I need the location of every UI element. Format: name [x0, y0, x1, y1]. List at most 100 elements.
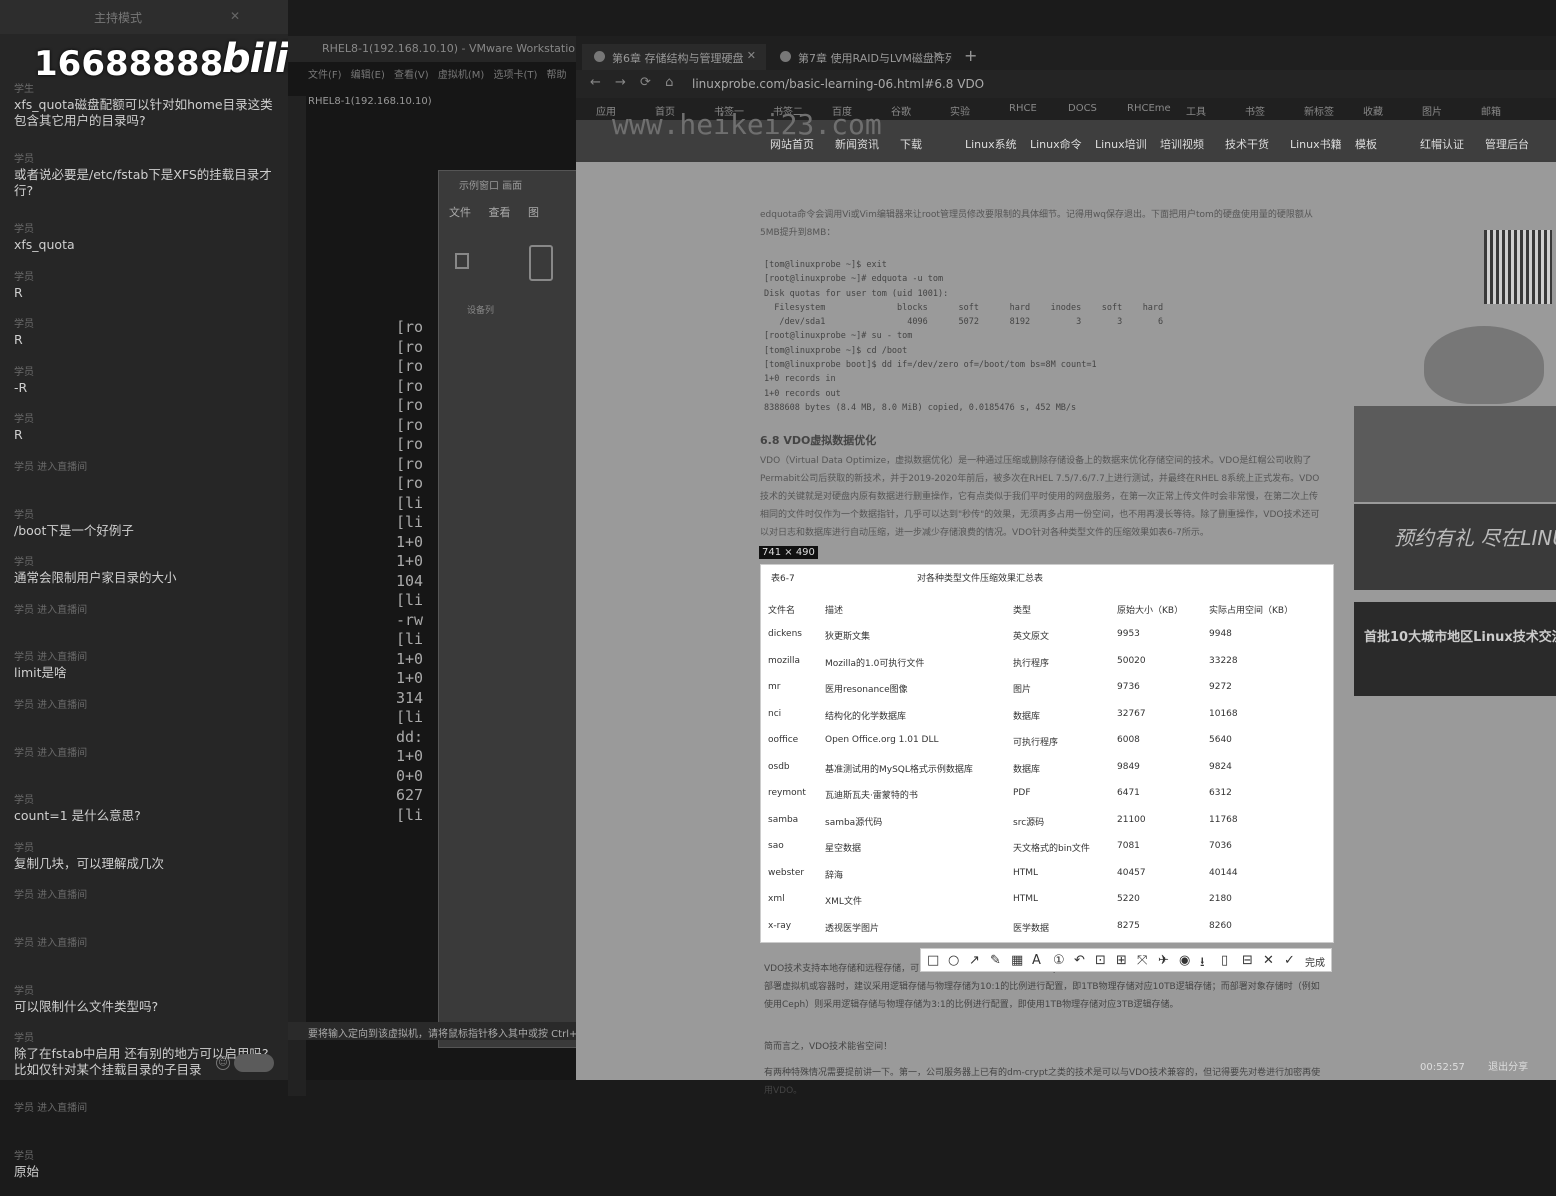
site-nav-item[interactable]: 模板: [1355, 136, 1377, 152]
site-nav-item[interactable]: 网站首页: [770, 136, 814, 152]
vmware-menu[interactable]: 文件(F) 编辑(E) 查看(V) 虚拟机(M) 选项卡(T) 帮助: [308, 62, 576, 84]
save-icon[interactable]: ⊟: [1242, 953, 1253, 968]
chat-message: 学员 进入直播间: [14, 1101, 276, 1149]
bookmark-item[interactable]: RHCEme: [1127, 103, 1171, 114]
new-tab-icon[interactable]: +: [964, 46, 977, 65]
emoji-icon[interactable]: ☺: [216, 1056, 230, 1070]
chat-user: 学员: [14, 1150, 34, 1162]
table-row: mozilla Mozilla的1.0可执行文件 执行程序 50020 33228: [761, 656, 1335, 683]
ad-banner[interactable]: 首批10大城市地区Linux技术交流: [1354, 602, 1556, 696]
done-button[interactable]: 完成: [1305, 954, 1325, 969]
pin-icon[interactable]: ⊡: [1095, 953, 1106, 968]
chat-text: R: [14, 427, 23, 443]
tab-chapter7[interactable]: 第7章 使用RAID与LVM磁盘阵列 ✕: [768, 44, 952, 70]
bookmark-item[interactable]: RHCE: [1009, 103, 1037, 114]
terminal-line: [ro: [396, 415, 424, 434]
stop-share-button[interactable]: 退出分享: [1488, 1062, 1528, 1073]
terminal-line: [li: [396, 708, 424, 726]
site-nav-item[interactable]: Linux培训: [1095, 136, 1147, 152]
chat-text: limit是啥: [14, 665, 67, 681]
site-nav-item[interactable]: 技术干货: [1225, 136, 1269, 152]
table-cell: 9272: [1209, 682, 1232, 692]
site-nav-item[interactable]: Linux书籍: [1290, 136, 1342, 152]
nav-buttons[interactable]: ← → ⟳ ⌂: [590, 75, 673, 90]
record-icon[interactable]: ◉: [1179, 953, 1190, 968]
ad-banner[interactable]: [1354, 406, 1556, 502]
chat-message: 学员 进入直播间: [14, 460, 276, 508]
screenshot-selection[interactable]: 表6-7 对各种类型文件压缩效果汇总表 文件名 描述 类型 原始大小（KB） 实际占用空…: [760, 564, 1334, 943]
table-cell: 5220: [1117, 894, 1140, 904]
site-nav-item[interactable]: Linux命令: [1030, 136, 1082, 152]
qr-code: [1484, 230, 1552, 304]
site-nav-item[interactable]: 红帽认证: [1420, 136, 1464, 152]
site-nav-item[interactable]: Linux系统: [965, 136, 1017, 152]
terminal-line: 0+0: [396, 766, 424, 785]
close-icon[interactable]: ✕: [230, 9, 240, 23]
terminal-line: [ro: [396, 376, 424, 395]
bookmark-item[interactable]: 书签: [1245, 103, 1265, 118]
code-line: 1+0 records out: [764, 388, 841, 399]
chat-user: 学员: [14, 154, 34, 165]
mosaic-icon[interactable]: ▦: [1011, 953, 1023, 968]
table-row: sao 星空数据 天文格式的bin文件 7081 7036: [761, 841, 1335, 868]
vmware-window: RHEL8-1(192.168.10.10) - VMware Workstat…: [288, 36, 588, 1096]
file-manager-menu[interactable]: 文件 查看 图: [439, 192, 587, 220]
site-nav-item[interactable]: 管理后台: [1485, 136, 1529, 152]
arrow-icon[interactable]: ↗: [969, 953, 980, 968]
site-nav-item[interactable]: 新闻资讯: [835, 136, 879, 152]
bookmark-item[interactable]: 谷歌: [891, 103, 911, 118]
site-nav-item[interactable]: 培训视频: [1160, 136, 1204, 152]
bookmark-item[interactable]: 工具: [1186, 103, 1206, 118]
chat-text: count=1 是什么意思?: [14, 808, 141, 824]
chat-user: 学员 进入直播间: [14, 604, 88, 616]
chat-text: 复制几块，可以理解成几次: [14, 855, 165, 871]
table-cell: src源码: [1013, 817, 1045, 828]
undo-icon[interactable]: ↶: [1074, 953, 1085, 968]
file-icon[interactable]: [455, 253, 469, 269]
chat-message: 学员 count=1 是什么意思?: [14, 793, 276, 841]
bookmark-item[interactable]: 邮箱: [1481, 103, 1501, 118]
terminal-line: [ro: [396, 396, 424, 414]
ellipse-icon[interactable]: ○: [948, 953, 959, 968]
device-icon[interactable]: ▯: [1221, 953, 1228, 968]
table-cell: 7081: [1117, 841, 1140, 851]
ad-banner[interactable]: 预约有礼 尽在LINUX就该: [1354, 504, 1556, 590]
done-icon[interactable]: ✓: [1284, 953, 1295, 968]
tab-chapter6[interactable]: 第6章 存储结构与管理硬盘 ✕: [582, 44, 766, 70]
bookmark-item[interactable]: 新标签: [1304, 103, 1334, 118]
pen-icon[interactable]: ✎: [990, 953, 1001, 968]
chat-text: 通常会限制用户家目录的大小: [14, 570, 177, 586]
rect-icon[interactable]: □: [927, 953, 939, 968]
table-row: reymont 瓦迪斯瓦夫·雷蒙特的书 PDF 6471 6312: [761, 788, 1335, 815]
chat-message: 学员 进入直播间: [14, 746, 276, 794]
terminal-line: 104: [396, 571, 424, 590]
translate-icon[interactable]: ⤧: [1137, 953, 1147, 968]
chat-message: 学员 通常会限制用户家目录的大小: [14, 555, 276, 603]
cancel-icon[interactable]: ✕: [1263, 953, 1274, 968]
text-icon[interactable]: A: [1032, 953, 1041, 968]
chat-message: 学员 R: [14, 317, 276, 365]
terminal-line: [li: [396, 493, 424, 512]
send-icon[interactable]: ✈: [1158, 953, 1169, 968]
vm-tab[interactable]: RHEL8-1(192.168.10.10): [308, 96, 576, 114]
number-icon[interactable]: ①: [1053, 953, 1065, 968]
bookmark-item[interactable]: 实验: [950, 103, 970, 118]
terminal-line: 1+0: [396, 649, 424, 668]
tab-title: 第6章 存储结构与管理硬盘: [612, 52, 744, 65]
bookmark-item[interactable]: DOCS: [1068, 103, 1097, 114]
tray: 00:52:57 退出分享: [1420, 1058, 1528, 1073]
ad-text: 预约有礼 尽在LINUX就该: [1394, 526, 1556, 550]
close-tab-icon[interactable]: ✕: [933, 49, 942, 62]
bookmark-item[interactable]: 图片: [1422, 103, 1442, 118]
table-cell: mr: [768, 682, 781, 692]
download-icon[interactable]: ⭳: [1200, 953, 1205, 975]
ocr-icon[interactable]: ⊞: [1116, 953, 1127, 968]
chat-message: 学员 或者说必要是/etc/fstab下是XFS的挂载目录才行?: [14, 152, 276, 222]
site-nav-item[interactable]: 下载: [900, 136, 922, 152]
device-icon[interactable]: [529, 245, 553, 281]
close-tab-icon[interactable]: ✕: [747, 49, 756, 62]
toggle-switch[interactable]: [234, 1054, 274, 1072]
bookmark-item[interactable]: 收藏: [1363, 103, 1383, 118]
url-input[interactable]: linuxprobe.com/basic-learning-06.html#6.…: [692, 74, 1142, 94]
chat-user: 学员: [14, 414, 34, 426]
